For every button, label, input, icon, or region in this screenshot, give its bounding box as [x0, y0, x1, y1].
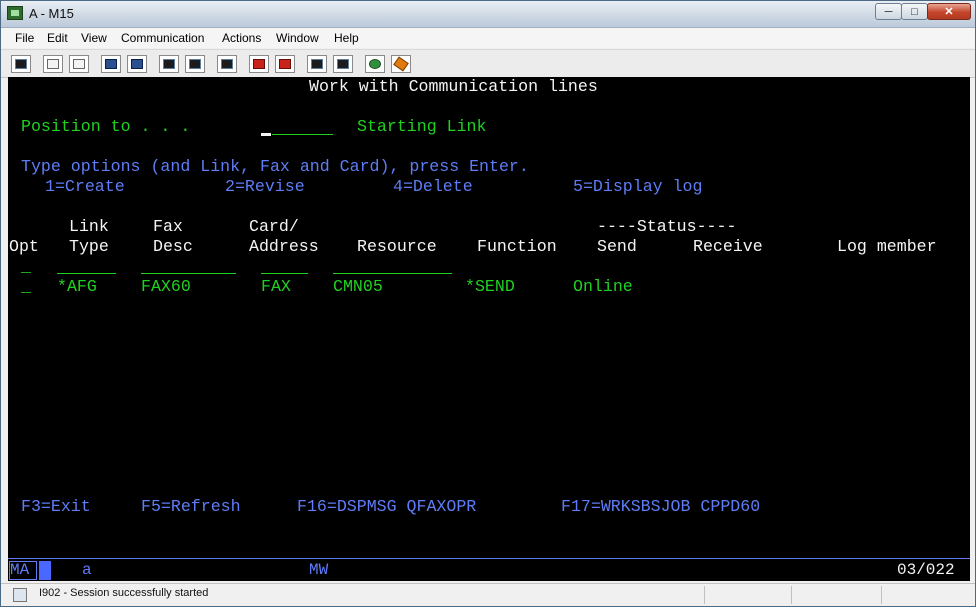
- header-link: Link: [69, 217, 109, 236]
- display-icon[interactable]: [159, 55, 179, 73]
- status-divider: [791, 586, 792, 604]
- print-screen-icon[interactable]: [11, 55, 31, 73]
- menu-help[interactable]: Help: [334, 31, 359, 45]
- row-card-address: FAX: [261, 277, 291, 296]
- menu-window[interactable]: Window: [276, 31, 319, 45]
- header-card-address: Address: [249, 237, 319, 256]
- menu-edit[interactable]: Edit: [47, 31, 68, 45]
- header-opt: Opt: [9, 237, 39, 256]
- session-status-icon: [13, 588, 27, 602]
- stop-macro-icon[interactable]: [275, 55, 295, 73]
- terminal-screen[interactable]: Work with Communication lines Position t…: [8, 77, 970, 558]
- menu-actions[interactable]: Actions: [222, 31, 261, 45]
- option-revise: 2=Revise: [225, 177, 305, 196]
- header-function: Function: [477, 237, 557, 256]
- menu-bar: File Edit View Communication Actions Win…: [1, 28, 975, 48]
- disconnect-icon[interactable]: [333, 55, 353, 73]
- status-bar: I902 - Session successfully started: [1, 583, 975, 606]
- input-row-resource-field[interactable]: [333, 273, 452, 274]
- input-row-link-type-field[interactable]: [57, 273, 116, 274]
- fkey-refresh[interactable]: F5=Refresh: [141, 497, 241, 517]
- maximize-button[interactable]: □: [901, 3, 928, 20]
- menu-file[interactable]: File: [15, 31, 34, 45]
- starting-link-label: Starting Link: [357, 117, 487, 136]
- copy-icon[interactable]: [43, 55, 63, 73]
- header-log-member: Log member: [837, 237, 937, 256]
- status-divider: [704, 586, 705, 604]
- title-bar[interactable]: A - M15 ─ □ ✕: [1, 1, 975, 28]
- row-fax-desc: FAX60: [141, 277, 191, 296]
- input-row-card-address-field[interactable]: [261, 273, 308, 274]
- receive-file-icon[interactable]: [127, 55, 147, 73]
- input-row-opt[interactable]: _: [21, 257, 31, 277]
- row-send-status: Online: [573, 277, 633, 296]
- fkey-dspmsg[interactable]: F16=DSPMSG QFAXOPR: [297, 497, 476, 517]
- menu-communication[interactable]: Communication: [121, 31, 204, 45]
- connect-icon[interactable]: [307, 55, 327, 73]
- close-button[interactable]: ✕: [927, 3, 971, 20]
- header-receive: Receive: [693, 237, 763, 256]
- send-file-icon[interactable]: [101, 55, 121, 73]
- oia-cursor-block: [39, 561, 51, 580]
- status-divider: [881, 586, 882, 604]
- input-row-fax-desc-field[interactable]: [141, 273, 236, 274]
- header-link-type: Type: [69, 237, 109, 256]
- fkey-exit[interactable]: F3=Exit: [21, 497, 91, 517]
- option-create: 1=Create: [45, 177, 125, 196]
- header-fax-desc: Desc: [153, 237, 193, 256]
- status-message: I902 - Session successfully started: [39, 587, 209, 599]
- header-resource: Resource: [357, 237, 437, 256]
- option-delete: 4=Delete: [393, 177, 473, 196]
- row-opt[interactable]: _: [21, 277, 31, 297]
- settings-tool-icon[interactable]: [391, 55, 411, 73]
- record-macro-icon[interactable]: [217, 55, 237, 73]
- keypad-icon[interactable]: [185, 55, 205, 73]
- ma-indicator: MA: [10, 561, 30, 579]
- session-mode-indicator: a: [82, 561, 92, 579]
- instructions-text: Type options (and Link, Fax and Card), p…: [21, 157, 529, 176]
- emulator-window: A - M15 ─ □ ✕ File Edit View Communicati…: [0, 0, 976, 607]
- mw-indicator: MW: [309, 561, 329, 579]
- cursor-position: 03/022: [897, 561, 955, 579]
- option-display-log: 5=Display log: [573, 177, 703, 196]
- paste-icon[interactable]: [69, 55, 89, 73]
- header-fax: Fax: [153, 217, 183, 236]
- text-cursor: [261, 133, 271, 136]
- row-resource: CMN05: [333, 277, 383, 296]
- play-macro-icon[interactable]: [249, 55, 269, 73]
- terminal-app-icon: [7, 6, 23, 20]
- operator-information-area: MA a MW 03/022: [8, 559, 970, 581]
- toolbar: [1, 49, 975, 78]
- globe-icon[interactable]: [365, 55, 385, 73]
- row-link-type: *AFG: [57, 277, 97, 296]
- menu-view[interactable]: View: [81, 31, 107, 45]
- position-to-underline: [272, 134, 333, 135]
- minimize-button[interactable]: ─: [875, 3, 902, 20]
- position-to-label: Position to . . .: [21, 117, 191, 136]
- row-function: *SEND: [465, 277, 515, 296]
- fkey-wrksbsjob[interactable]: F17=WRKSBSJOB CPPD60: [561, 497, 760, 517]
- header-send: Send: [597, 237, 637, 256]
- header-status: ----Status----: [597, 217, 737, 236]
- screen-title: Work with Communication lines: [309, 77, 598, 96]
- window-title: A - M15: [29, 6, 74, 21]
- header-card: Card/: [249, 217, 299, 236]
